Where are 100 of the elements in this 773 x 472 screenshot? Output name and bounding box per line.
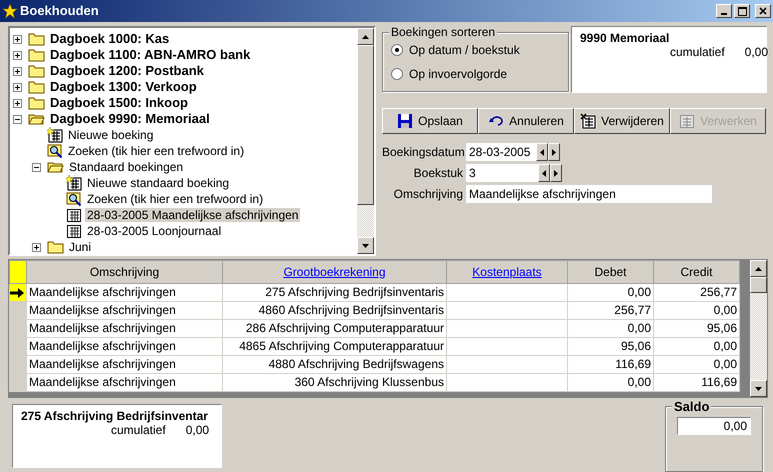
spin-left-button[interactable] — [538, 164, 550, 182]
minimize-button[interactable] — [716, 4, 732, 18]
cumulative-value: 0,00 — [186, 423, 210, 438]
expander-button[interactable] — [13, 66, 22, 76]
tree-item[interactable]: 28-03-2005 Loonjournaal — [85, 224, 224, 238]
table-cell: Maandelijkse afschrijvingen — [26, 320, 222, 338]
table-cell: 116,69 — [568, 356, 654, 374]
journal-title: 9990 Memoriaal — [580, 31, 670, 46]
plus-icon — [14, 84, 21, 90]
table-cell: Maandelijkse afschrijvingen — [26, 302, 222, 320]
expander-button[interactable] — [13, 50, 22, 60]
down-arrow-icon — [755, 386, 762, 390]
plus-icon — [33, 244, 40, 250]
floppy-icon — [397, 113, 414, 129]
folder-icon — [28, 48, 45, 62]
spin-left-button[interactable] — [536, 143, 548, 161]
row-indicator-header — [10, 260, 26, 284]
column-header[interactable]: Omschrijving — [26, 260, 222, 284]
spin-right-button[interactable] — [550, 164, 562, 182]
table-cell: 95,06 — [568, 338, 654, 356]
close-button[interactable] — [755, 4, 771, 18]
input-field[interactable]: 28-03-2005 — [466, 143, 536, 161]
table-cell: 4865 Afschrijving Computerapparatuur — [222, 338, 446, 356]
table-cell: 0,00 — [654, 356, 740, 374]
tree-item[interactable]: 28-03-2005 Maandelijkse afschrijvingen — [85, 208, 300, 222]
table-cell: 0,00 — [568, 284, 654, 302]
close-icon — [759, 7, 767, 15]
scroll-down-button[interactable] — [750, 380, 767, 397]
tree-item[interactable]: Juni — [67, 240, 94, 254]
account-title: 275 Afschrijving Bedrijfsinventar — [21, 409, 209, 424]
tree-item[interactable]: Dagboek 1100: ABN-AMRO bank — [48, 47, 252, 63]
tree-item[interactable]: Dagboek 9990: Memoriaal — [48, 111, 212, 127]
right-arrow-icon — [554, 170, 558, 176]
up-arrow-icon — [362, 34, 369, 38]
tree-item[interactable]: Dagboek 1300: Verkoop — [48, 79, 199, 95]
tree-item[interactable]: Dagboek 1500: Inkoop — [48, 95, 190, 111]
saldo-field: 0,00 — [677, 417, 751, 435]
expander-button[interactable] — [32, 242, 41, 252]
tree-item[interactable]: Zoeken (tik hier een trefwoord in) — [85, 192, 266, 206]
spin-right-button[interactable] — [548, 143, 560, 161]
scrollbar-thumb[interactable] — [357, 45, 374, 205]
toolbar-button[interactable]: Annuleren — [478, 108, 574, 134]
cumulative-value: 0,00 — [744, 45, 768, 60]
folder-icon — [28, 64, 45, 78]
table-cell: 0,00 — [654, 302, 740, 320]
table-cell: 0,00 — [654, 338, 740, 356]
ledger-icon — [66, 223, 82, 239]
radio-label[interactable]: Op invoervolgorde — [409, 66, 508, 82]
scrollbar[interactable] — [750, 260, 767, 397]
table-cell: Maandelijkse afschrijvingen — [26, 374, 222, 392]
input-field[interactable]: Maandelijkse afschrijvingen — [466, 185, 712, 203]
open-folder-icon — [28, 112, 45, 126]
expander-button[interactable] — [13, 114, 22, 124]
scrollbar[interactable] — [357, 28, 374, 254]
maximize-button[interactable] — [734, 4, 750, 18]
tree-item[interactable]: Dagboek 1200: Postbank — [48, 63, 206, 79]
tree-item[interactable]: Nieuwe boeking — [66, 128, 156, 142]
tree-item[interactable]: Nieuwe standaard boeking — [85, 176, 232, 190]
scroll-down-button[interactable] — [357, 237, 374, 254]
table-cell: 0,00 — [568, 320, 654, 338]
field-label: Boekingsdatum — [382, 144, 466, 160]
toolbar-button[interactable]: Verwijderen — [574, 108, 670, 134]
radio-button[interactable] — [391, 44, 403, 56]
radio-label[interactable]: Op datum / boekstuk — [409, 42, 520, 58]
column-header[interactable]: Credit — [654, 260, 740, 284]
toolbar-button[interactable]: Opslaan — [382, 108, 478, 134]
expander-button[interactable] — [32, 162, 41, 172]
folder-icon — [28, 80, 45, 94]
row-indicator[interactable] — [10, 284, 26, 302]
expander-button[interactable] — [13, 82, 22, 92]
scroll-up-button[interactable] — [357, 28, 374, 45]
table-cell: 275 Afschrijving Bedrijfsinventaris — [222, 284, 446, 302]
up-arrow-icon — [755, 266, 762, 271]
cumulative-label: cumulatief — [670, 45, 725, 60]
expander-button[interactable] — [13, 34, 22, 44]
scroll-up-button[interactable] — [750, 260, 767, 278]
scrollbar-thumb[interactable] — [750, 277, 767, 294]
cumulative-label: cumulatief — [111, 423, 166, 438]
table-cell: 286 Afschrijving Computerapparatuur — [222, 320, 446, 338]
table-cell: 360 Afschrijving Klussenbus — [222, 374, 446, 392]
ledger-icon — [66, 207, 82, 223]
open-folder-icon — [47, 160, 64, 174]
folder-icon — [28, 32, 45, 46]
ledger-delete-icon — [580, 113, 596, 129]
column-header[interactable]: Debet — [568, 260, 654, 284]
ledger-icon — [47, 127, 63, 143]
magnifier-icon — [66, 191, 82, 207]
input-field[interactable]: 3 — [466, 164, 538, 182]
table-cell: Maandelijkse afschrijvingen — [26, 284, 222, 302]
folder-icon — [28, 96, 45, 110]
tree-item[interactable]: Dagboek 1000: Kas — [48, 31, 172, 47]
tree-item[interactable]: Standaard boekingen — [67, 160, 186, 174]
tree-item[interactable]: Zoeken (tik hier een trefwoord in) — [66, 144, 246, 158]
radio-button[interactable] — [391, 68, 403, 80]
expander-button[interactable] — [13, 98, 22, 108]
group-title: Boekingen sorteren — [389, 25, 498, 40]
magnifier-icon — [47, 143, 63, 159]
star-icon — [2, 3, 18, 19]
ledger-icon — [66, 175, 82, 191]
field-label: Boekstuk — [412, 166, 464, 180]
